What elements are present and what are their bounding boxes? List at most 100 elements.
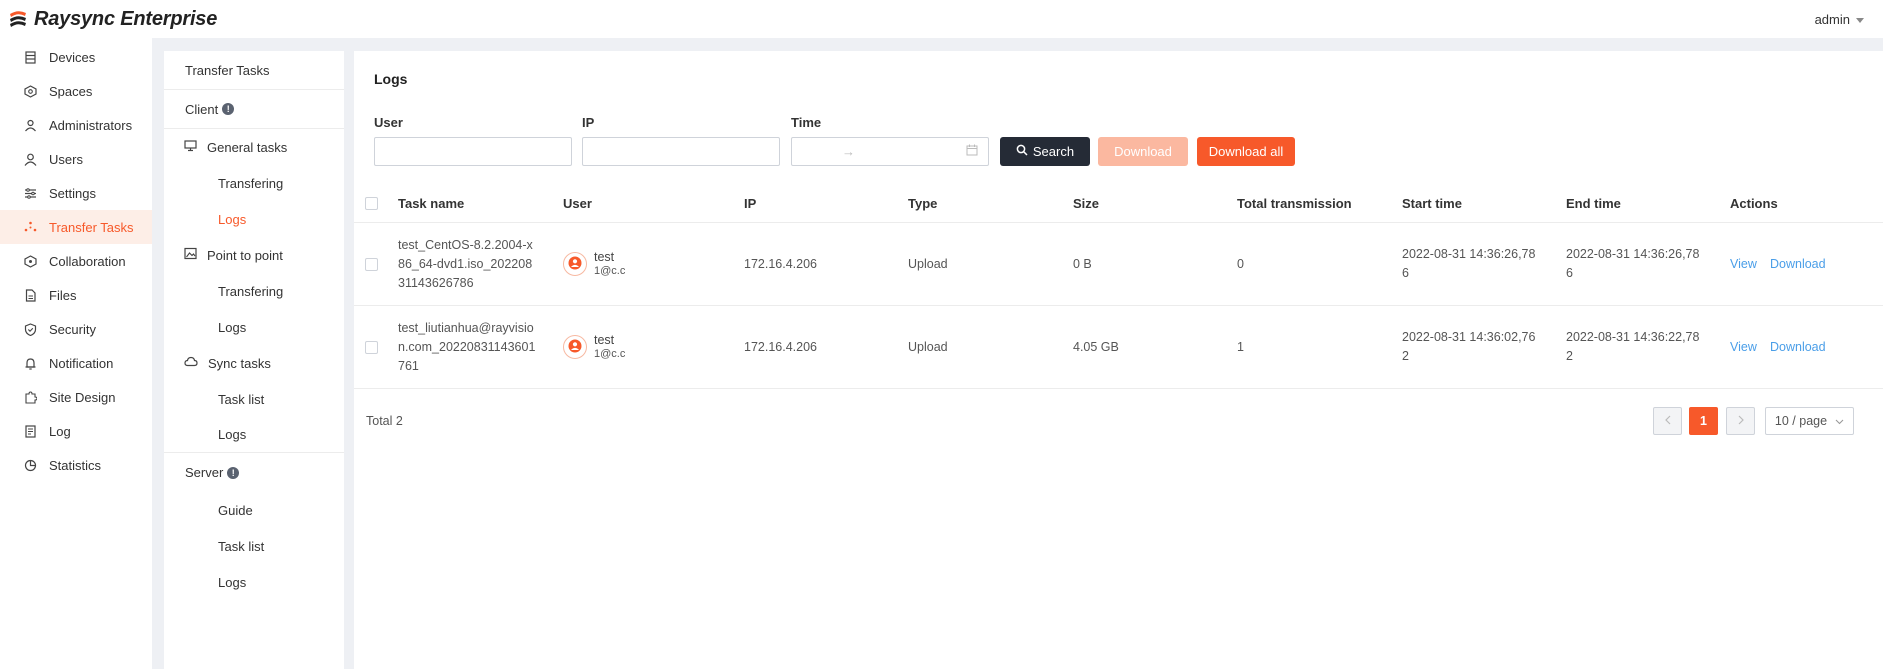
sidebar: Devices Spaces Administrators Users Sett…	[0, 38, 152, 669]
col-actions: Actions	[1730, 196, 1778, 211]
page-size-select[interactable]: 10 / page	[1765, 407, 1854, 435]
sidebar-item-transfer-tasks[interactable]: Transfer Tasks	[0, 210, 152, 244]
subnav-title[interactable]: Transfer Tasks	[164, 51, 344, 90]
transfer-tasks-icon	[23, 220, 37, 234]
download-all-button[interactable]: Download all	[1197, 137, 1295, 166]
user-menu[interactable]: admin	[1815, 12, 1864, 27]
subnav-general-logs[interactable]: Logs	[164, 201, 344, 237]
col-ip[interactable]: IP	[744, 196, 756, 211]
sidebar-item-label: Files	[49, 287, 77, 303]
col-type[interactable]: Type	[908, 196, 937, 211]
sidebar-item-log[interactable]: Log	[0, 414, 152, 448]
table-row: test_liutianhua@rayvisio n.com_202208311…	[354, 306, 1883, 389]
sidebar-item-label: Transfer Tasks	[49, 219, 134, 235]
col-task-name[interactable]: Task name	[398, 196, 464, 211]
sidebar-item-label: Site Design	[49, 389, 116, 405]
download-link[interactable]: Download	[1770, 340, 1826, 354]
download-button[interactable]: Download	[1098, 137, 1188, 166]
sidebar-item-users[interactable]: Users	[0, 142, 152, 176]
end-time-line: 2022-08-31 14:36:26,78	[1566, 247, 1700, 261]
sidebar-item-statistics[interactable]: Statistics	[0, 448, 152, 482]
subnav-general-tasks[interactable]: General tasks	[164, 129, 344, 165]
user-filter-input[interactable]	[374, 137, 572, 166]
page-1-button[interactable]: 1	[1689, 407, 1718, 435]
subnav-p2p-logs[interactable]: Logs	[164, 309, 344, 345]
subnav-server-guide[interactable]: Guide	[164, 492, 344, 528]
info-icon[interactable]: !	[222, 103, 235, 115]
chevron-down-icon	[1835, 414, 1844, 428]
task-name-line: 31143626786	[398, 276, 474, 290]
subnav-client-label: Client	[185, 101, 219, 117]
subnav-sync-tasks[interactable]: Sync tasks	[164, 345, 344, 381]
subnav-server-logs[interactable]: Logs	[164, 564, 344, 600]
subnav-title-label: Transfer Tasks	[185, 62, 270, 78]
subnav-client[interactable]: Client !	[164, 90, 344, 129]
sidebar-item-label: Log	[49, 423, 71, 439]
subnav-server[interactable]: Server !	[164, 453, 344, 492]
select-all-checkbox[interactable]	[365, 197, 378, 210]
view-link[interactable]: View	[1730, 257, 1757, 271]
subnav-sync-task-list[interactable]: Task list	[164, 381, 344, 417]
brand[interactable]: Raysync Enterprise	[8, 8, 217, 31]
subnav-point-to-point[interactable]: Point to point	[164, 237, 344, 273]
next-page-button[interactable]	[1726, 407, 1755, 435]
download-all-button-label: Download all	[1208, 144, 1284, 159]
spaces-icon	[23, 84, 37, 98]
user-menu-label: admin	[1814, 11, 1850, 27]
time-range-picker[interactable]: →	[791, 137, 989, 166]
user-name: test	[594, 333, 615, 347]
task-name-line: 86_64-dvd1.iso_202208	[398, 257, 533, 271]
subnav-point-to-point-label: Point to point	[207, 247, 283, 263]
sidebar-item-devices[interactable]: Devices	[0, 40, 152, 74]
sidebar-item-settings[interactable]: Settings	[0, 176, 152, 210]
col-size[interactable]: Size	[1073, 196, 1099, 211]
user-name: test	[594, 250, 615, 264]
ip-filter-input[interactable]	[582, 137, 780, 166]
col-total-transmission[interactable]: Total transmission	[1237, 196, 1352, 211]
sidebar-item-collaboration[interactable]: Collaboration	[0, 244, 152, 278]
start-time-line: 2022-08-31 14:36:02,76	[1402, 330, 1536, 344]
transfer-tasks-subnav: Transfer Tasks Client ! General tasks Tr…	[164, 51, 344, 669]
col-user[interactable]: User	[563, 196, 592, 211]
col-start-time[interactable]: Start time	[1402, 196, 1462, 211]
cloud-icon	[184, 355, 198, 371]
sidebar-item-site-design[interactable]: Site Design	[0, 380, 152, 414]
subnav-item-label: Logs	[218, 211, 247, 227]
sidebar-item-administrators[interactable]: Administrators	[0, 108, 152, 142]
subnav-general-transfering[interactable]: Transfering	[164, 165, 344, 201]
col-end-time[interactable]: End time	[1566, 196, 1621, 211]
collaboration-icon	[23, 254, 37, 268]
user-cell: test 1@c.c	[594, 250, 625, 278]
sidebar-item-label: Settings	[49, 185, 96, 201]
page-title: Logs	[374, 71, 408, 87]
sidebar-item-spaces[interactable]: Spaces	[0, 74, 152, 108]
task-name-cell: test_CentOS-8.2.2004-x 86_64-dvd1.iso_20…	[398, 236, 548, 293]
subnav-item-label: Transfering	[218, 283, 284, 299]
row-checkbox[interactable]	[365, 258, 378, 271]
chevron-down-icon	[1856, 17, 1864, 23]
puzzle-icon	[23, 390, 37, 404]
view-link[interactable]: View	[1730, 340, 1757, 354]
sidebar-item-security[interactable]: Security	[0, 312, 152, 346]
ip-filter-label: IP	[582, 115, 595, 130]
download-link[interactable]: Download	[1770, 257, 1826, 271]
sidebar-item-files[interactable]: Files	[0, 278, 152, 312]
subnav-p2p-transfering[interactable]: Transfering	[164, 273, 344, 309]
row-checkbox[interactable]	[365, 341, 378, 354]
search-button[interactable]: Search	[1000, 137, 1090, 166]
subnav-item-label: Guide	[218, 502, 253, 518]
user-email: 1@c.c	[594, 348, 626, 360]
subnav-item-label: Task list	[218, 391, 265, 407]
subnav-sync-logs[interactable]: Logs	[164, 417, 344, 453]
task-name-line: 761	[398, 359, 419, 373]
monitor-icon	[184, 139, 197, 155]
task-name-cell: test_liutianhua@rayvisio n.com_202208311…	[398, 319, 548, 376]
sidebar-item-notification[interactable]: Notification	[0, 346, 152, 380]
prev-page-button[interactable]	[1653, 407, 1682, 435]
total-transmission-cell: 1	[1237, 340, 1244, 354]
end-time-line: 2	[1566, 349, 1573, 363]
administrators-icon	[23, 118, 37, 132]
subnav-server-label: Server	[185, 465, 224, 480]
info-icon[interactable]: !	[227, 466, 240, 479]
subnav-server-task-list[interactable]: Task list	[164, 528, 344, 564]
